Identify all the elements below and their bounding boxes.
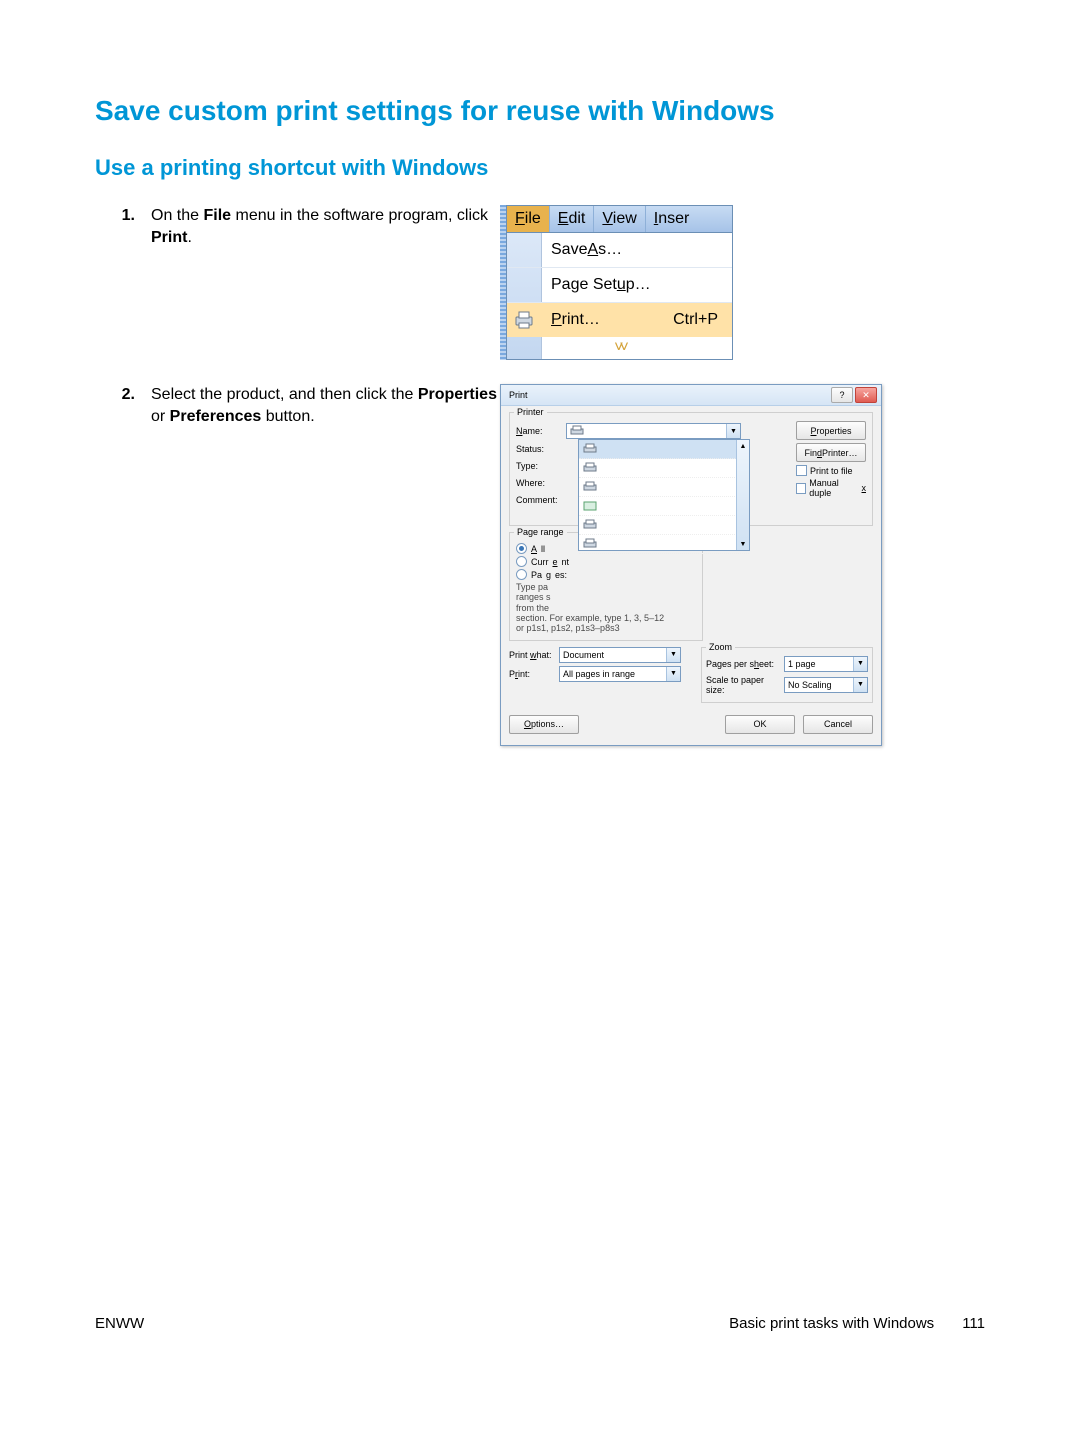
shortcut-label: Ctrl+P — [673, 311, 718, 329]
printer-dropdown-list[interactable]: ▲ ▼ — [578, 439, 750, 551]
step-2: 2. Select the product, and then click th… — [95, 384, 985, 746]
printer-group: Name: ▼ Status: Type: Where: Comment: — [509, 412, 873, 526]
chevron-down-icon: ▼ — [853, 678, 867, 692]
printer-icon — [570, 425, 584, 437]
radio-off-icon — [516, 556, 527, 567]
menu-item-page-setup[interactable]: Page Setup… — [507, 267, 732, 302]
range-current-radio[interactable]: Current — [516, 556, 696, 567]
properties-button[interactable]: Properties — [796, 421, 866, 440]
comment-label: Comment: — [516, 495, 566, 505]
list-item[interactable] — [579, 478, 749, 497]
pages-per-sheet-label: Pages per sheet: — [706, 659, 784, 669]
page-footer: ENWW Basic print tasks with Windows 111 — [95, 1315, 985, 1332]
range-help-text: Type pa ranges s from the section. For e… — [516, 582, 706, 634]
figure-file-menu: File Edit View Inser Save As… Page Setup… — [500, 205, 733, 360]
step-1-text: On the File menu in the software program… — [151, 205, 500, 248]
type-label: Type: — [516, 461, 566, 471]
footer-left: ENWW — [95, 1315, 144, 1332]
status-label: Status: — [516, 444, 566, 454]
print-what-combo[interactable]: Document▼ — [559, 647, 681, 663]
scale-to-paper-label: Scale to paper size: — [706, 675, 784, 695]
list-item[interactable] — [579, 497, 749, 516]
step-2-number: 2. — [95, 384, 151, 406]
printer-icon — [513, 311, 535, 329]
footer-page-number: 111 — [962, 1315, 985, 1332]
menubar-item-edit[interactable]: Edit — [550, 206, 595, 232]
menubar: File Edit View Inser — [507, 206, 732, 233]
range-pages-radio[interactable]: Pages: — [516, 569, 696, 580]
printer-icon — [583, 481, 597, 493]
section-title: Save custom print settings for reuse wit… — [95, 95, 985, 127]
list-item[interactable] — [579, 440, 749, 459]
where-label: Where: — [516, 478, 566, 488]
menu-item-print[interactable]: Print… Ctrl+P — [507, 302, 732, 337]
pages-per-sheet-combo[interactable]: 1 page▼ — [784, 656, 868, 672]
step-1: 1. On the File menu in the software prog… — [95, 205, 985, 360]
dialog-titlebar: Print ? ✕ — [501, 385, 881, 406]
checkbox-icon — [796, 483, 806, 494]
chevron-down-icon: ▼ — [853, 657, 867, 671]
menubar-item-file[interactable]: File — [507, 206, 550, 232]
chevron-down-icon[interactable]: ▼ — [737, 538, 749, 550]
radio-off-icon — [516, 569, 527, 580]
figure-print-dialog: Print ? ✕ Name: ▼ — [500, 384, 882, 746]
chevron-down-icon: ▼ — [666, 648, 680, 662]
step-2-text: Select the product, and then click the P… — [151, 384, 500, 427]
chevron-up-icon[interactable]: ▲ — [737, 440, 749, 452]
radio-on-icon — [516, 543, 527, 554]
print-what-label: Print what: — [509, 650, 559, 660]
printer-name-combo[interactable]: ▼ — [566, 423, 741, 439]
scrollbar[interactable]: ▲ ▼ — [736, 440, 749, 550]
subsection-title: Use a printing shortcut with Windows — [95, 155, 985, 181]
options-button[interactable]: Options… — [509, 715, 579, 734]
chevron-down-icon: ▼ — [726, 424, 740, 438]
print-to-file-checkbox[interactable]: Print to file — [796, 465, 866, 476]
print-combo[interactable]: All pages in range▼ — [559, 666, 681, 682]
menubar-item-insert[interactable]: Inser — [646, 206, 698, 232]
printer-icon — [583, 538, 597, 550]
menu-item-save-as[interactable]: Save As… — [507, 233, 732, 267]
fax-icon — [583, 500, 597, 512]
dialog-title: Print — [509, 390, 528, 400]
checkbox-icon — [796, 465, 807, 476]
find-printer-button[interactable]: Find Printer… — [796, 443, 866, 462]
footer-section: Basic print tasks with Windows — [729, 1315, 934, 1332]
list-item[interactable] — [579, 535, 749, 554]
printer-icon — [583, 462, 597, 474]
help-button-icon[interactable]: ? — [831, 387, 853, 403]
file-menu-dropdown: Save As… Page Setup… Print… Ctrl+P — [507, 233, 732, 359]
chevron-down-icon: ▼ — [666, 667, 680, 681]
ok-button[interactable]: OK — [725, 715, 795, 734]
print-label: Print: — [509, 669, 559, 679]
menubar-item-view[interactable]: View — [594, 206, 645, 232]
manual-duplex-checkbox[interactable]: Manual duplex — [796, 478, 866, 498]
name-label: Name: — [516, 426, 566, 436]
printer-icon — [583, 519, 597, 531]
cancel-button[interactable]: Cancel — [803, 715, 873, 734]
list-item[interactable] — [579, 459, 749, 478]
scale-to-paper-combo[interactable]: No Scaling▼ — [784, 677, 868, 693]
zoom-group: Pages per sheet: 1 page▼ Scale to paper … — [701, 647, 873, 703]
list-item[interactable] — [579, 516, 749, 535]
printer-icon — [583, 443, 597, 455]
close-button-icon[interactable]: ✕ — [855, 387, 877, 403]
step-1-number: 1. — [95, 205, 151, 227]
